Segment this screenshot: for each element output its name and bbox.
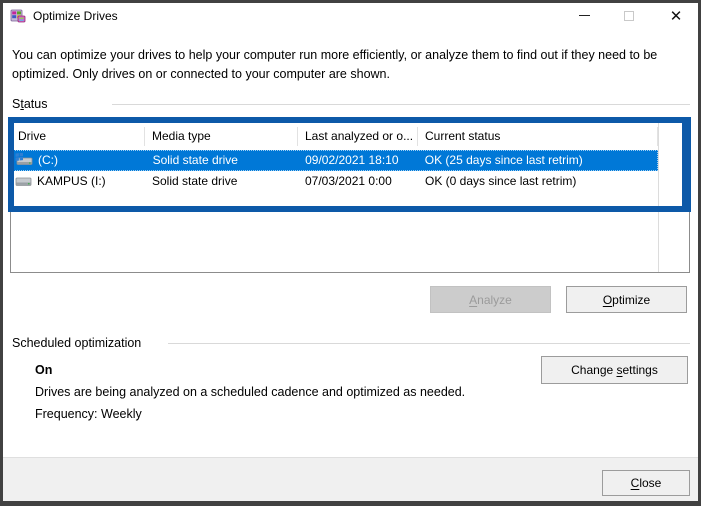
drive-list[interactable]: Drive Media type Last analyzed or o... C…: [10, 122, 690, 273]
current-status-cell: OK (25 days since last retrim): [418, 150, 657, 171]
scheduled-group-divider: [168, 343, 690, 344]
minimize-button[interactable]: [569, 0, 599, 31]
table-row[interactable]: (C:) Solid state drive 09/02/2021 18:10 …: [11, 150, 658, 171]
column-header-media-type[interactable]: Media type: [145, 127, 298, 146]
media-type-cell: Solid state drive: [145, 171, 298, 192]
last-analyzed-cell: 09/02/2021 18:10: [298, 150, 418, 171]
dialog-footer: [0, 457, 701, 506]
close-icon: ✕: [670, 7, 683, 25]
change-settings-button[interactable]: Change settings: [541, 356, 688, 384]
drive-name: (C:): [38, 150, 58, 171]
status-group-label: Status: [12, 97, 47, 111]
optimize-button[interactable]: Optimize: [566, 286, 687, 313]
intro-text: You can optimize your drives to help you…: [12, 46, 696, 84]
close-button[interactable]: Close: [602, 470, 690, 496]
analyze-button: Analyze: [430, 286, 551, 313]
schedule-description: Drives are being analyzed on a scheduled…: [35, 385, 465, 399]
column-header-last-analyzed[interactable]: Last analyzed or o...: [298, 127, 418, 146]
current-status-cell: OK (0 days since last retrim): [418, 171, 658, 192]
scheduled-optimization-label: Scheduled optimization: [12, 336, 141, 350]
minimize-icon: [579, 15, 590, 16]
column-end-line: [658, 123, 659, 272]
intro-line-2: optimized. Only drives on or connected t…: [12, 65, 696, 84]
intro-line-1: You can optimize your drives to help you…: [12, 46, 696, 65]
table-row[interactable]: KAMPUS (I:) Solid state drive 07/03/2021…: [11, 171, 658, 192]
close-window-button[interactable]: ✕: [661, 0, 691, 31]
schedule-frequency: Frequency: Weekly: [35, 407, 142, 421]
window-title: Optimize Drives: [33, 9, 118, 23]
optimize-drives-app-icon: [10, 8, 26, 24]
schedule-state: On: [35, 363, 52, 377]
drive-name: KAMPUS (I:): [37, 171, 106, 192]
optimize-drives-dialog: Optimize Drives ✕ You can optimize your …: [0, 0, 701, 506]
maximize-icon: [624, 11, 634, 21]
last-analyzed-cell: 07/03/2021 0:00: [298, 171, 418, 192]
column-header-drive[interactable]: Drive: [11, 127, 145, 146]
drive-cell: KAMPUS (I:): [11, 171, 145, 192]
drive-list-header: Drive Media type Last analyzed or o... C…: [11, 123, 689, 150]
maximize-button: [614, 0, 644, 31]
media-type-cell: Solid state drive: [146, 150, 299, 171]
status-group-divider: [112, 104, 690, 105]
column-header-current-status[interactable]: Current status: [418, 127, 658, 146]
titlebar: Optimize Drives ✕: [0, 0, 701, 32]
system-drive-icon: [15, 153, 34, 168]
drive-icon: [14, 174, 33, 189]
drive-cell: (C:): [12, 150, 146, 171]
